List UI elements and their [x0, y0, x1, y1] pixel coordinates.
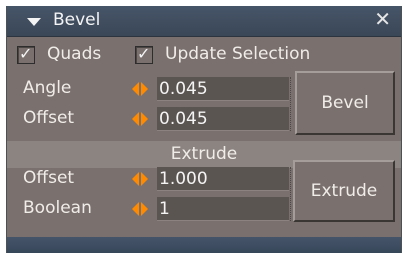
quads-checkbox[interactable]: ✓: [17, 44, 35, 64]
extrude-button[interactable]: Extrude: [293, 160, 395, 222]
update-selection-checkbox[interactable]: ✓: [135, 44, 153, 64]
quads-label: Quads: [47, 44, 102, 64]
extrude-offset-field[interactable]: 1.000: [157, 167, 289, 191]
title-bar[interactable]: Bevel ✕: [7, 6, 401, 37]
spinner-arrows-icon[interactable]: [132, 201, 148, 217]
boolean-field[interactable]: 1: [157, 197, 289, 221]
bevel-panel: Bevel ✕ ✓ Quads ✓ Update Selection Angle…: [6, 6, 402, 253]
spinner-arrows-icon[interactable]: [132, 111, 148, 127]
bottom-bar: [7, 237, 401, 253]
bevel-offset-field[interactable]: 0.045: [157, 107, 289, 131]
spinner-arrows-icon[interactable]: [132, 171, 148, 187]
checkmark-icon: ✓: [137, 44, 151, 63]
panel-title: Bevel: [53, 10, 101, 30]
extrude-offset-label: Offset: [23, 168, 75, 188]
angle-label: Angle: [23, 78, 72, 98]
resize-grip[interactable]: [290, 77, 293, 131]
collapse-triangle-icon[interactable]: [27, 18, 41, 26]
checkmark-icon: ✓: [19, 44, 33, 63]
spinner-arrows-icon[interactable]: [132, 81, 148, 97]
close-icon[interactable]: ✕: [374, 9, 391, 29]
boolean-label: Boolean: [23, 198, 92, 218]
angle-field[interactable]: 0.045: [157, 77, 289, 101]
bevel-offset-label: Offset: [23, 108, 75, 128]
update-selection-label: Update Selection: [165, 44, 311, 64]
bevel-button[interactable]: Bevel: [295, 71, 395, 135]
